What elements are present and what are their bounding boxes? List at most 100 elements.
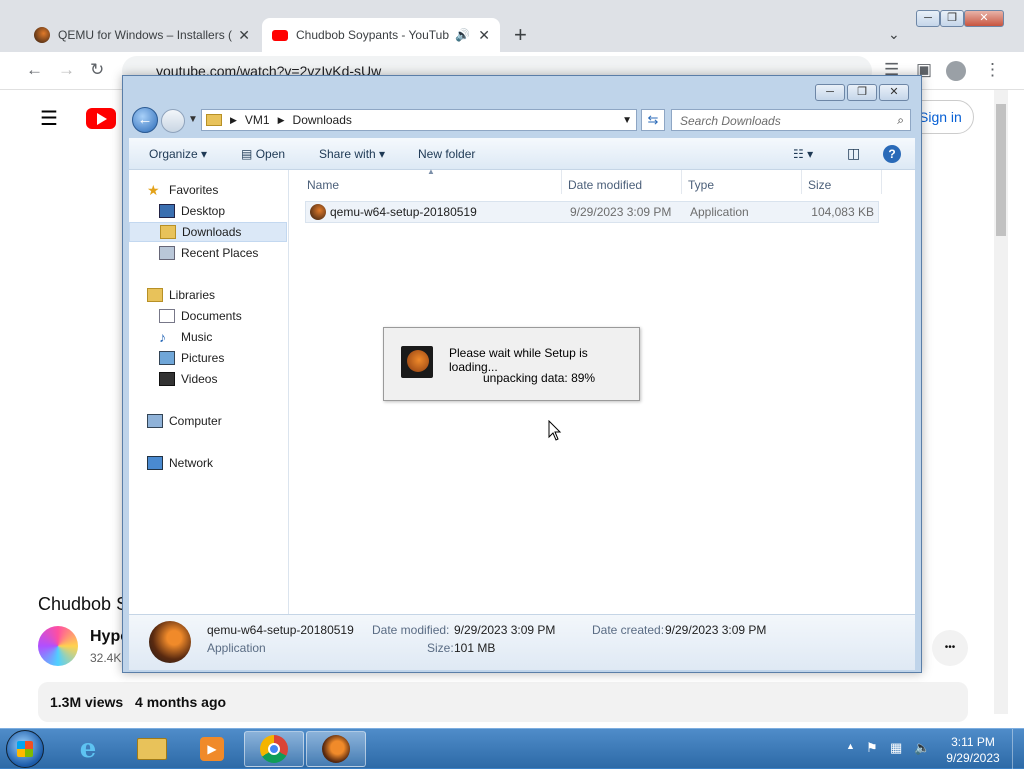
breadcrumb-separator-icon[interactable]: ▶: [230, 115, 237, 126]
menu-icon[interactable]: ⋮: [984, 60, 1001, 80]
youtube-favicon-icon: [272, 29, 288, 41]
new-folder-button[interactable]: New folder: [418, 147, 475, 161]
search-placeholder: Search Downloads: [680, 114, 781, 128]
breadcrumb-separator-icon[interactable]: ▶: [278, 115, 285, 126]
restore-icon[interactable]: ❐: [847, 84, 877, 101]
recent-pages-icon[interactable]: ▼: [188, 114, 198, 125]
volume-muted-icon[interactable]: 🔈: [914, 740, 930, 756]
column-divider[interactable]: [801, 170, 802, 194]
column-divider[interactable]: [681, 170, 682, 194]
start-button[interactable]: [6, 730, 44, 768]
minimize-button[interactable]: ─: [916, 10, 940, 27]
column-size[interactable]: Size: [808, 178, 831, 192]
nav-label: Libraries: [169, 288, 216, 302]
desktop-icon: [159, 204, 175, 218]
nav-label: Downloads: [182, 225, 242, 239]
qemu-icon: [322, 735, 350, 763]
libraries-icon: [147, 288, 163, 302]
taskbar-internet-explorer[interactable]: e: [58, 731, 118, 767]
nav-pictures[interactable]: Pictures: [129, 348, 287, 368]
nav-downloads[interactable]: Downloads: [129, 222, 287, 242]
taskbar-media-player[interactable]: ▶: [182, 731, 242, 767]
system-clock[interactable]: 3:11 PM 9/29/2023: [940, 734, 1006, 766]
description-box[interactable]: 1.3M views 4 months ago: [38, 682, 968, 722]
nav-computer[interactable]: Computer: [129, 411, 287, 431]
breadcrumb-vm1[interactable]: VM1: [245, 113, 270, 127]
folder-icon: [206, 114, 222, 126]
back-button[interactable]: ←: [132, 107, 158, 133]
nav-favorites[interactable]: ★ Favorites: [129, 180, 287, 200]
nav-documents[interactable]: Documents: [129, 306, 287, 326]
tab-youtube[interactable]: Chudbob Soypants - YouTub 🔊 ✕: [262, 18, 500, 52]
tab-search-icon[interactable]: ⌄: [888, 26, 900, 43]
more-actions-button[interactable]: •••: [932, 630, 968, 666]
column-divider[interactable]: [561, 170, 562, 194]
organize-button[interactable]: Organize ▾: [149, 147, 207, 161]
file-date: 9/29/2023 3:09 PM: [570, 205, 672, 219]
close-tab-icon[interactable]: ✕: [238, 27, 250, 44]
nav-label: Pictures: [181, 351, 225, 365]
channel-avatar[interactable]: [38, 626, 78, 666]
taskbar-qemu-setup[interactable]: [306, 731, 366, 767]
sort-arrow-icon: ▲: [427, 167, 435, 176]
setup-status-message: Please wait while Setup is loading...: [449, 346, 588, 374]
downloads-folder-icon: [160, 225, 176, 239]
taskbar-chrome[interactable]: [244, 731, 304, 767]
help-icon[interactable]: ?: [883, 145, 901, 163]
nav-recent-places[interactable]: Recent Places: [129, 243, 287, 263]
address-bar[interactable]: ▶ VM1 ▶ Downloads ▼: [201, 109, 637, 131]
navigation-pane: ★ Favorites Desktop Downloads Recent Plac…: [129, 170, 289, 614]
back-icon[interactable]: ←: [26, 60, 43, 80]
change-view-icon[interactable]: ☷ ▾: [793, 147, 813, 161]
forward-button[interactable]: [161, 109, 185, 133]
file-row[interactable]: qemu-w64-setup-20180519 9/29/2023 3:09 P…: [305, 201, 879, 223]
share-label: Share with: [319, 147, 376, 161]
network-status-icon[interactable]: ▦: [890, 740, 902, 756]
column-divider[interactable]: [881, 170, 882, 194]
nav-desktop[interactable]: Desktop: [129, 201, 287, 221]
tab-title: QEMU for Windows – Installers (6: [58, 28, 233, 42]
tab-qemu[interactable]: QEMU for Windows – Installers (6 ✕: [24, 18, 260, 52]
youtube-logo-icon[interactable]: [86, 108, 116, 129]
breadcrumb-downloads[interactable]: Downloads: [293, 113, 352, 127]
maximize-button[interactable]: ❐: [940, 10, 964, 27]
minimize-icon[interactable]: ─: [815, 84, 845, 101]
qemu-app-icon: [310, 204, 326, 220]
refresh-button[interactable]: ⇆: [641, 109, 665, 131]
profile-icon[interactable]: [946, 61, 966, 81]
close-icon[interactable]: ✕: [879, 84, 909, 101]
recent-places-icon: [159, 246, 175, 260]
action-center-icon[interactable]: ⚑: [866, 740, 878, 756]
nav-videos[interactable]: Videos: [129, 369, 287, 389]
column-date-modified[interactable]: Date modified: [568, 178, 642, 192]
audio-playing-icon[interactable]: 🔊: [455, 28, 470, 42]
detail-file-kind: Application: [207, 641, 266, 655]
documents-icon: [159, 309, 175, 323]
window-controls: ─ ❐ ✕: [916, 10, 1004, 27]
search-icon[interactable]: ⌕: [897, 113, 904, 128]
preview-pane-icon[interactable]: ◫: [847, 145, 860, 162]
open-button[interactable]: ▤ Open: [241, 147, 285, 161]
close-button[interactable]: ✕: [964, 10, 1004, 27]
show-hidden-icons-icon[interactable]: ▲: [846, 741, 855, 751]
taskbar-windows-explorer[interactable]: [122, 731, 182, 767]
reload-icon[interactable]: ↻: [90, 60, 104, 80]
column-name[interactable]: Name: [307, 178, 339, 192]
search-input[interactable]: Search Downloads ⌕: [671, 109, 911, 131]
close-tab-icon[interactable]: ✕: [478, 27, 490, 44]
qemu-large-icon: [149, 621, 191, 663]
nav-network[interactable]: Network: [129, 453, 287, 473]
nav-label: Network: [169, 456, 214, 470]
show-desktop-button[interactable]: [1012, 729, 1024, 769]
scrollbar-thumb[interactable]: [996, 104, 1006, 236]
address-dropdown-icon[interactable]: ▼: [622, 115, 632, 126]
file-type: Application: [690, 205, 749, 219]
share-with-button[interactable]: Share with ▾: [319, 147, 385, 161]
nav-music[interactable]: ♪ Music: [129, 327, 287, 347]
hamburger-icon[interactable]: ☰: [40, 106, 58, 131]
forward-icon[interactable]: →: [58, 60, 75, 80]
column-type[interactable]: Type: [688, 178, 714, 192]
video-title: Chudbob S: [38, 594, 129, 614]
nav-libraries[interactable]: Libraries: [129, 285, 287, 305]
new-tab-button[interactable]: +: [514, 22, 527, 48]
